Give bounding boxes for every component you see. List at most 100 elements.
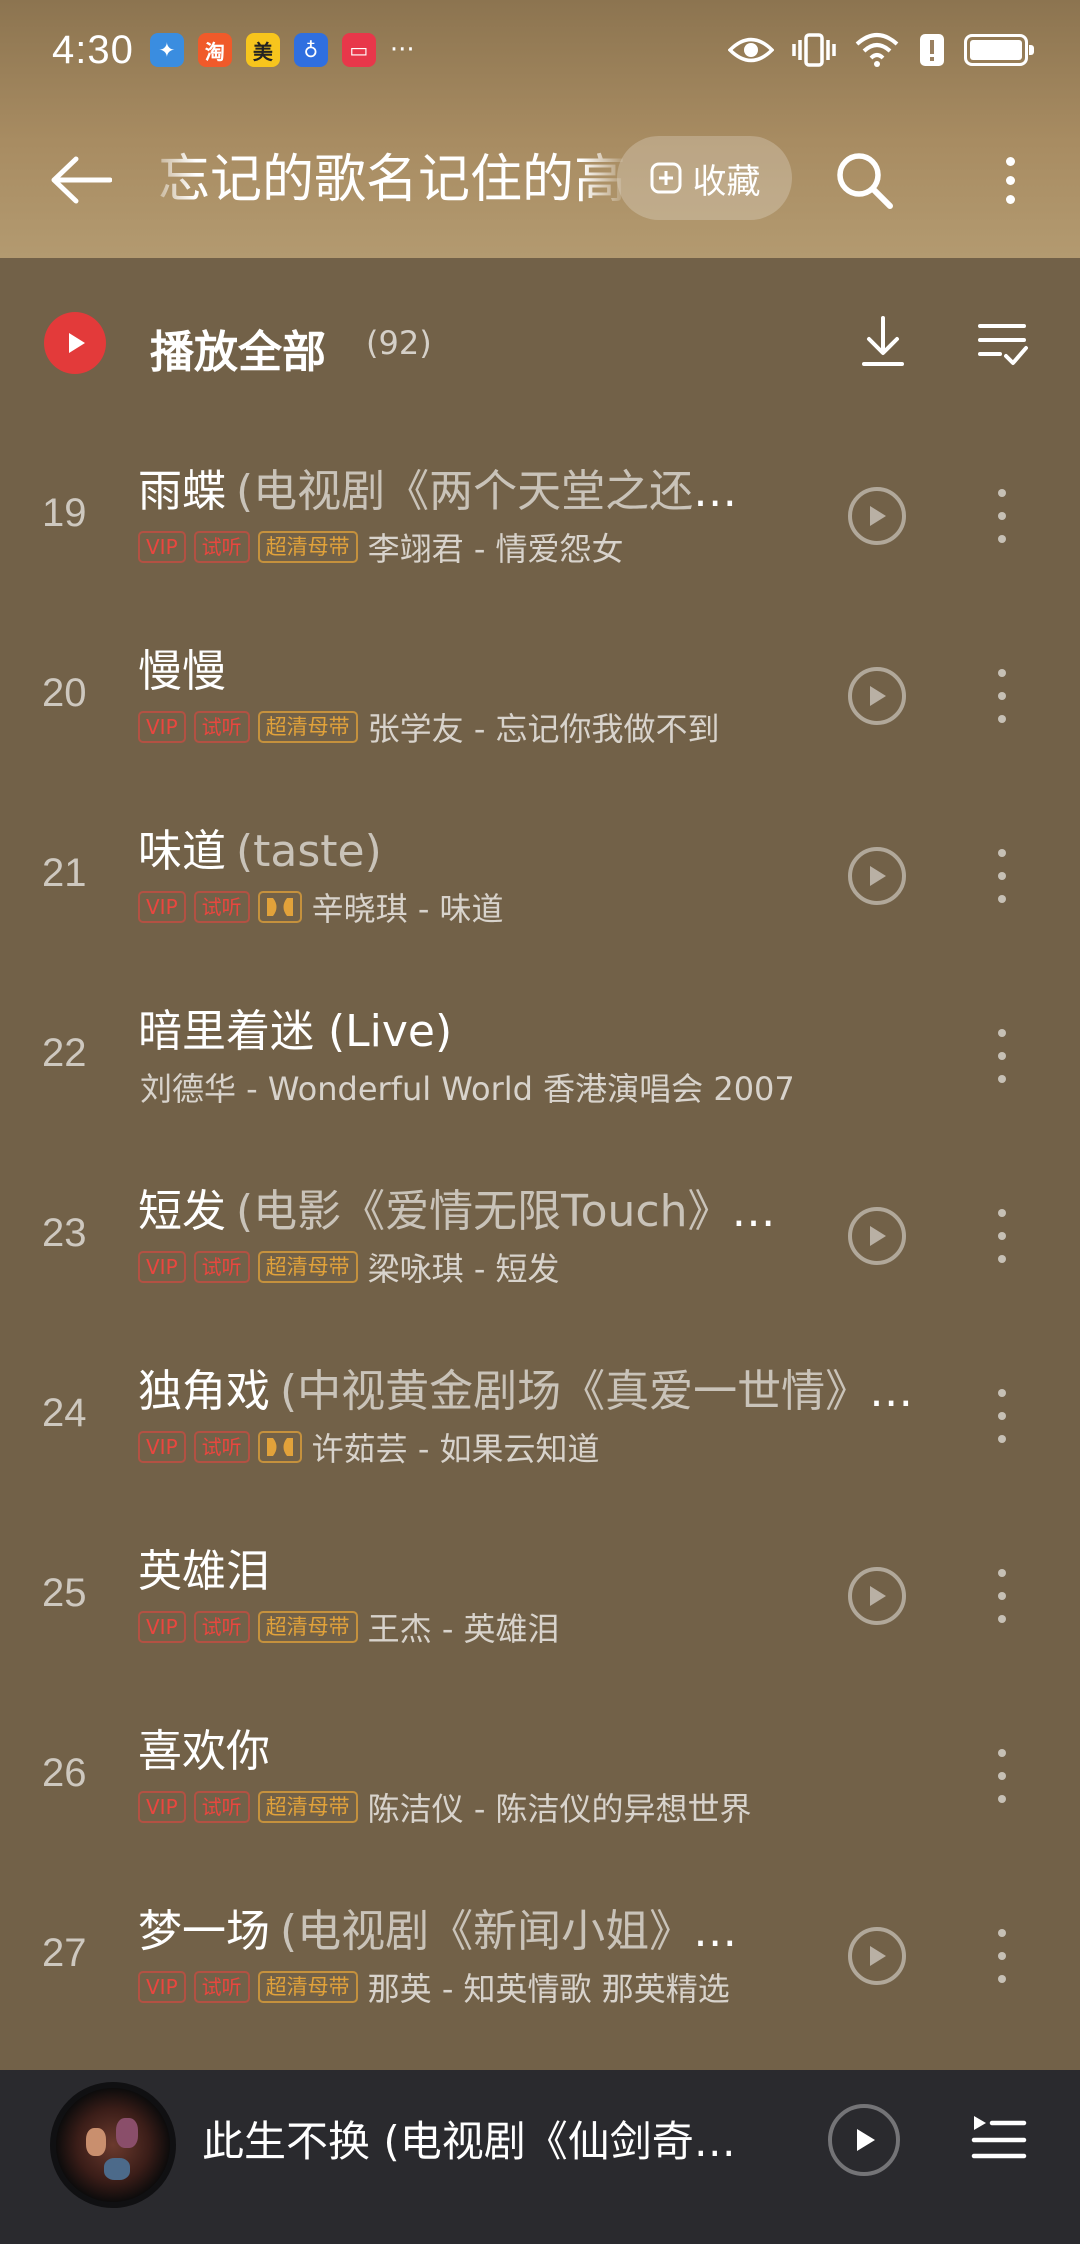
- trial-badge: 试听: [193, 891, 250, 923]
- song-row[interactable]: 22 暗里着迷 (Live) 刘德华 - Wonderful World 香港演唱会…: [0, 965, 1080, 1145]
- song-more-icon[interactable]: [990, 1389, 1014, 1443]
- song-more-icon[interactable]: [990, 1929, 1014, 1983]
- more-options-button[interactable]: [990, 148, 1030, 212]
- song-index: 21: [42, 851, 87, 895]
- artist-album: 那英 - 知英情歌 那英精选: [367, 1970, 730, 2008]
- battery-icon: [964, 34, 1034, 66]
- notification-icons: ✦ 淘美 ♁ ▭: [149, 33, 376, 67]
- vip-badge: VIP: [138, 1971, 186, 2003]
- search-button[interactable]: [832, 148, 896, 212]
- song-more-icon[interactable]: [990, 489, 1014, 543]
- song-title-subtitle: (中视黄金剧场《真爱一世情》主题曲): [280, 1366, 938, 1417]
- wifi-icon: [855, 33, 899, 67]
- app-notif-red-book-icon: ▭: [341, 33, 376, 67]
- song-more-icon[interactable]: [990, 1569, 1014, 1623]
- now-playing-title[interactable]: 此生不换 (电视剧《仙剑奇侠传三》片尾曲): [202, 2114, 742, 2170]
- song-index: 26: [42, 1751, 87, 1795]
- mini-play-button[interactable]: [828, 2104, 900, 2176]
- song-more-icon[interactable]: [990, 669, 1014, 723]
- song-title[interactable]: 慢慢: [138, 643, 778, 701]
- song-meta: 刘德华 - Wonderful World 香港演唱会 2007: [138, 1067, 795, 1108]
- song-title[interactable]: 喜欢你: [138, 1723, 938, 1781]
- status-bar: 4:30 ✦ 淘美 ♁ ▭ ···: [0, 0, 1080, 100]
- vip-badge: VIP: [138, 711, 186, 743]
- song-title-main: 雨蝶: [138, 466, 226, 517]
- song-title-subtitle: (电视剧《新闻小姐》插曲): [280, 1906, 778, 1957]
- song-meta: VIP 试听 许茹芸 - 如果云知道: [138, 1427, 600, 1468]
- queue-icon: [971, 2116, 1027, 2159]
- song-title-main: 慢慢: [138, 646, 226, 697]
- song-title-main: 味道: [138, 826, 226, 877]
- song-meta: VIP 试听 超清母带 那英 - 知英情歌 那英精选: [138, 1967, 730, 2008]
- song-title-subtitle: (电视剧《两个天堂之还珠格格》主题曲): [236, 466, 778, 517]
- play-all-row[interactable]: 播放全部 (92): [0, 288, 1080, 398]
- dolby-icon: [257, 891, 302, 923]
- search-icon: [837, 153, 893, 209]
- song-title[interactable]: 梦一场 (电视剧《新闻小姐》插曲): [138, 1903, 778, 1961]
- master-quality-badge: 超清母带: [257, 1971, 358, 2003]
- song-count: (92): [366, 324, 432, 362]
- mv-play-icon[interactable]: [848, 1927, 906, 1985]
- app-notif-bulb-icon: ♁: [293, 33, 328, 67]
- master-quality-badge: 超清母带: [257, 531, 358, 563]
- trial-badge: 试听: [193, 1971, 250, 2003]
- song-list: 19雨蝶(电视剧《两个天堂之还珠格格》主题曲)VIP试听超清母带李翊君 - 情爱…: [0, 425, 1080, 2045]
- song-index: 25: [42, 1571, 87, 1615]
- app-notif-blue-bird-icon: ✦: [149, 33, 184, 67]
- album-cover[interactable]: [50, 2082, 176, 2208]
- artist-album: 王杰 - 英雄泪: [367, 1610, 560, 1648]
- mini-player[interactable]: 此生不换 (电视剧《仙剑奇侠传三》片尾曲): [0, 2070, 1080, 2244]
- song-more-icon[interactable]: [990, 1749, 1014, 1803]
- mv-play-icon[interactable]: [848, 487, 906, 545]
- system-status-icons: [728, 32, 1034, 68]
- song-title[interactable]: 味道 (taste): [138, 823, 778, 881]
- artist-album: 许茹芸 - 如果云知道: [311, 1430, 600, 1468]
- artist-album: 陈洁仪 - 陈洁仪的异想世界: [367, 1790, 752, 1828]
- song-row[interactable]: 27 梦一场 (电视剧《新闻小姐》插曲) VIP 试听 超清母带 那英 - 知英情歌 那英精…: [0, 1865, 1080, 2045]
- eye-icon: [728, 37, 774, 63]
- song-row[interactable]: 23 短发(电影《爱情无限Touch》主题曲) VIP试听超清母带梁咏琪 - 短发: [0, 1145, 1080, 1325]
- song-more-icon[interactable]: [990, 1029, 1014, 1083]
- song-title[interactable]: 英雄泪: [138, 1543, 778, 1601]
- song-row[interactable]: 26 喜欢你 VIP 试听 超清母带 陈洁仪 - 陈洁仪的异想世界: [0, 1685, 1080, 1865]
- vip-badge: VIP: [138, 1251, 186, 1283]
- song-title[interactable]: 暗里着迷 (Live): [138, 1003, 938, 1061]
- song-row[interactable]: 21 味道 (taste) VIP 试听 辛晓琪 - 味道: [0, 785, 1080, 965]
- song-title[interactable]: 短发(电影《爱情无限Touch》主题曲): [138, 1183, 778, 1241]
- song-title-main: 英雄泪: [138, 1546, 270, 1597]
- song-title-main: 喜欢你: [138, 1726, 270, 1777]
- mv-play-icon[interactable]: [848, 1207, 906, 1265]
- song-row[interactable]: 20 慢慢 VIP 试听 超清母带 张学友 - 忘记你我做不到: [0, 605, 1080, 785]
- artist-album: 梁咏琪 - 短发: [367, 1250, 560, 1288]
- song-title[interactable]: 雨蝶(电视剧《两个天堂之还珠格格》主题曲): [138, 463, 778, 521]
- mv-play-icon[interactable]: [848, 1567, 906, 1625]
- song-meta: VIP 试听 超清母带 陈洁仪 - 陈洁仪的异想世界: [138, 1787, 752, 1828]
- song-more-icon[interactable]: [990, 849, 1014, 903]
- play-all-icon[interactable]: [44, 312, 106, 374]
- playlist-queue-button[interactable]: [970, 2110, 1028, 2168]
- download-icon[interactable]: [858, 314, 908, 370]
- more-notifications-indicator: ···: [389, 35, 415, 65]
- trial-badge: 试听: [193, 1251, 250, 1283]
- app-notif-taobao-icon: 淘: [197, 33, 232, 67]
- artist-album: 张学友 - 忘记你我做不到: [367, 710, 720, 748]
- song-index: 24: [42, 1391, 87, 1435]
- vip-badge: VIP: [138, 1791, 186, 1823]
- vibrate-icon: [792, 33, 836, 67]
- song-row[interactable]: 25 英雄泪 VIP 试听 超清母带 王杰 - 英雄泪: [0, 1505, 1080, 1685]
- nav-bar: 忘记的歌名记住的高潮 收藏: [0, 120, 1080, 240]
- song-meta: VIP 试听 超清母带 王杰 - 英雄泪: [138, 1607, 560, 1648]
- batch-manage-icon[interactable]: [976, 316, 1030, 370]
- collect-button[interactable]: 收藏: [617, 136, 792, 220]
- mv-play-icon[interactable]: [848, 847, 906, 905]
- add-collection-icon: [650, 162, 681, 194]
- song-row[interactable]: 19 雨蝶(电视剧《两个天堂之还珠格格》主题曲) VIP试听超清母带李翊君 - 情爱…: [0, 425, 1080, 605]
- back-button[interactable]: [48, 150, 118, 210]
- song-row[interactable]: 24 独角戏(中视黄金剧场《真爱一世情》主题曲) VIP试听 许茹芸 - 如果云知道: [0, 1325, 1080, 1505]
- song-title[interactable]: 独角戏(中视黄金剧场《真爱一世情》主题曲): [138, 1363, 938, 1421]
- play-all-label[interactable]: 播放全部: [150, 316, 326, 380]
- song-title-subtitle: (电影《爱情无限Touch》主题曲): [236, 1186, 778, 1237]
- playlist-title: 忘记的歌名记住的高潮: [158, 150, 628, 210]
- mv-play-icon[interactable]: [848, 667, 906, 725]
- song-more-icon[interactable]: [990, 1209, 1014, 1263]
